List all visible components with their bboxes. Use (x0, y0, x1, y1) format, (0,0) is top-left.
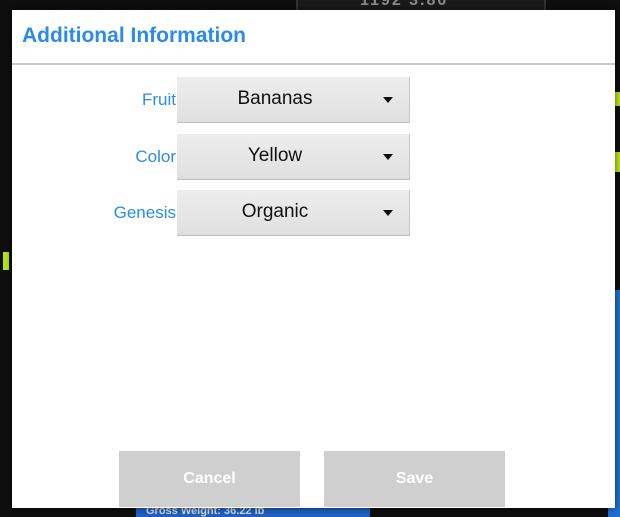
chevron-down-icon (383, 210, 393, 216)
background-green-mark (615, 92, 620, 106)
fruit-select[interactable]: Bananas (177, 77, 410, 123)
dialog-title: Additional Information (22, 24, 246, 47)
cancel-button[interactable]: Cancel (119, 451, 300, 507)
color-label: Color (135, 147, 176, 166)
fruit-select-value: Bananas (237, 88, 313, 109)
fruit-row: Fruit Bananas (12, 77, 615, 123)
genesis-select-value: Organic (241, 201, 309, 222)
background-green-mark (3, 252, 9, 270)
save-button[interactable]: Save (324, 451, 505, 507)
background-green-mark (615, 152, 620, 172)
fruit-label: Fruit (142, 90, 176, 109)
chevron-down-icon (383, 97, 393, 103)
color-select-value: Yellow (247, 145, 303, 166)
color-select[interactable]: Yellow (177, 134, 410, 180)
chevron-down-icon (383, 154, 393, 160)
genesis-select[interactable]: Organic (177, 190, 410, 236)
app-screen: 1192 3.80 Gross Weight: 36.22 lb Additio… (0, 0, 620, 517)
additional-information-dialog: Additional Information Fruit Bananas Col… (12, 10, 615, 508)
genesis-label: Genesis (113, 203, 176, 222)
genesis-row: Genesis Organic (12, 190, 615, 236)
title-divider (12, 63, 615, 65)
color-row: Color Yellow (12, 134, 615, 180)
background-top-text: 1192 3.80 (360, 0, 449, 9)
